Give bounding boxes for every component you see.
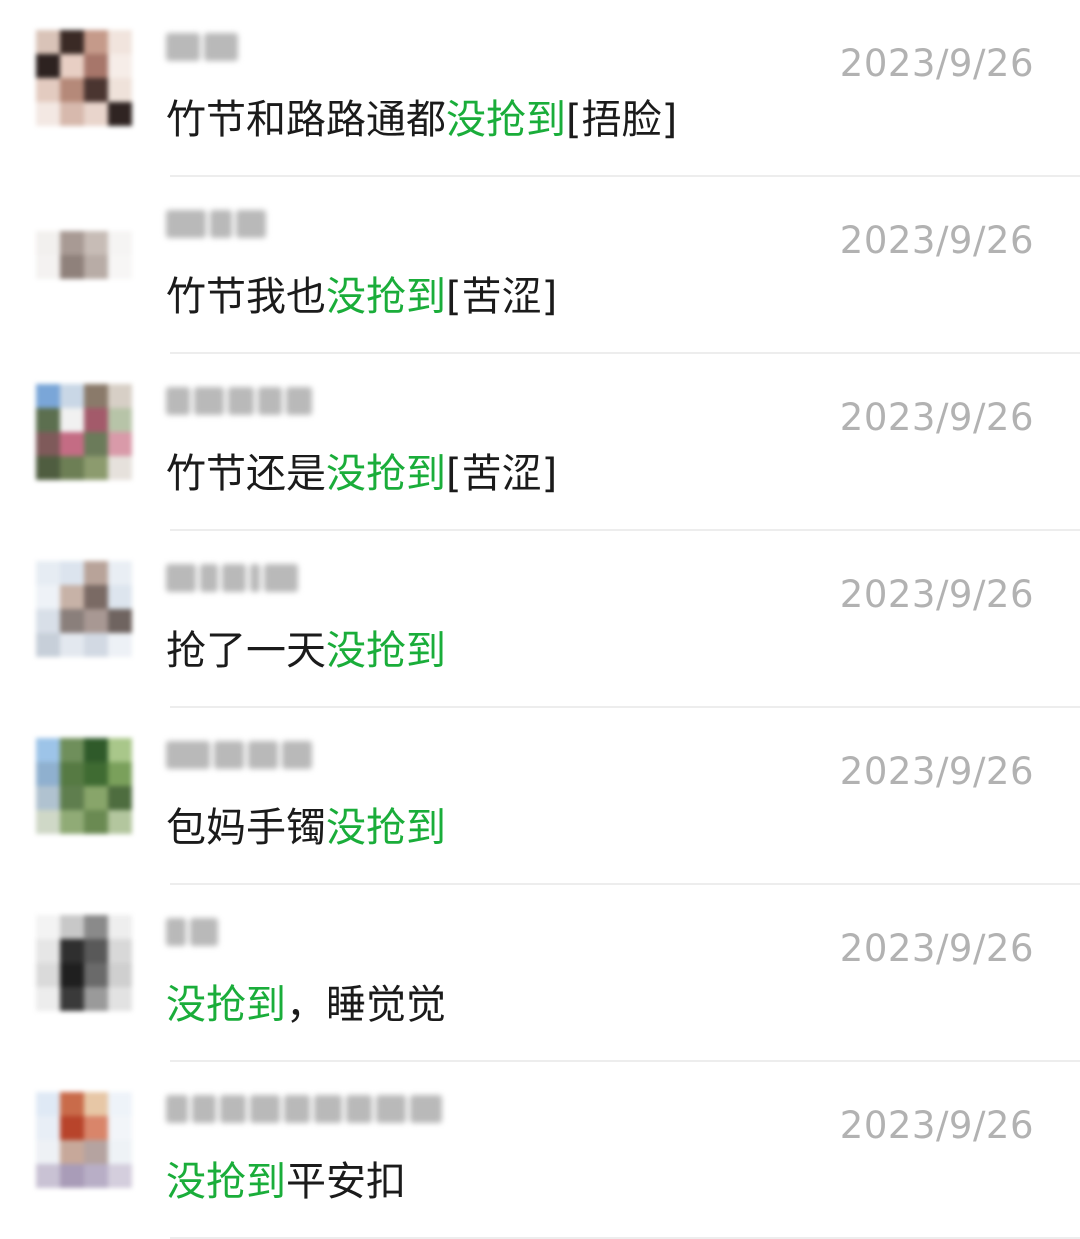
highlighted-keyword: 没抢到 (326, 628, 446, 674)
comment-text-segment: [捂脸] (566, 97, 678, 143)
username-blurred[interactable] (166, 738, 312, 772)
avatar[interactable] (36, 738, 132, 834)
comment-text-segment: [苦涩] (446, 451, 558, 497)
username-blurred[interactable] (166, 30, 238, 64)
comment-text-segment: 竹节我也 (166, 274, 326, 320)
avatar[interactable] (36, 384, 132, 480)
comment-text-segment: 竹节还是 (166, 451, 326, 497)
comment-row[interactable]: 2023/9/26 没抢到平安扣 (0, 1062, 1080, 1239)
comment-text: 抢了一天没抢到 (166, 623, 446, 679)
avatar[interactable] (36, 1092, 132, 1188)
comment-row[interactable]: 2023/9/26 没抢到，睡觉觉 (0, 885, 1080, 1062)
comment-text: 竹节和路路通都没抢到[捂脸] (166, 92, 677, 148)
comment-text-segment: ，睡觉觉 (286, 982, 446, 1028)
comment-row[interactable]: 2023/9/26 竹节和路路通都没抢到[捂脸] (0, 0, 1080, 177)
avatar[interactable] (36, 30, 132, 126)
comment-text-segment: 平安扣 (286, 1159, 406, 1205)
comment-row[interactable]: 2023/9/26 包妈手镯没抢到 (0, 708, 1080, 885)
comment-text: 没抢到平安扣 (166, 1154, 406, 1210)
comment-date: 2023/9/26 (839, 1104, 1034, 1147)
comment-text: 没抢到，睡觉觉 (166, 977, 446, 1033)
comment-date: 2023/9/26 (839, 750, 1034, 793)
avatar[interactable] (36, 915, 132, 1011)
comment-text: 包妈手镯没抢到 (166, 800, 446, 856)
username-blurred[interactable] (166, 207, 266, 241)
highlighted-keyword: 没抢到 (326, 805, 446, 851)
comment-text: 竹节我也没抢到[苦涩] (166, 269, 557, 325)
comment-date: 2023/9/26 (839, 927, 1034, 970)
comment-text-segment: 抢了一天 (166, 628, 326, 674)
comment-date: 2023/9/26 (839, 573, 1034, 616)
comment-text: 竹节还是没抢到[苦涩] (166, 446, 557, 502)
comment-text-segment: 竹节和路路通都 (166, 97, 446, 143)
username-blurred[interactable] (166, 1092, 442, 1126)
username-blurred[interactable] (166, 384, 312, 418)
highlighted-keyword: 没抢到 (166, 1159, 286, 1205)
avatar[interactable] (36, 561, 132, 657)
comment-text-segment: 包妈手镯 (166, 805, 326, 851)
comment-text-segment: [苦涩] (446, 274, 558, 320)
comment-date: 2023/9/26 (839, 396, 1034, 439)
highlighted-keyword: 没抢到 (326, 451, 446, 497)
highlighted-keyword: 没抢到 (446, 97, 566, 143)
comment-list: 2023/9/26 竹节和路路通都没抢到[捂脸] 2023/9/26 竹节我也没抢到[… (0, 0, 1080, 1239)
comment-row[interactable]: 2023/9/26 抢了一天没抢到 (0, 531, 1080, 708)
comment-row[interactable]: 2023/9/26 竹节还是没抢到[苦涩] (0, 354, 1080, 531)
comment-row[interactable]: 2023/9/26 竹节我也没抢到[苦涩] (0, 177, 1080, 354)
avatar[interactable] (36, 207, 132, 303)
comment-date: 2023/9/26 (839, 219, 1034, 262)
comment-date: 2023/9/26 (839, 42, 1034, 85)
username-blurred[interactable] (166, 915, 218, 949)
highlighted-keyword: 没抢到 (326, 274, 446, 320)
highlighted-keyword: 没抢到 (166, 982, 286, 1028)
username-blurred[interactable] (166, 561, 298, 595)
